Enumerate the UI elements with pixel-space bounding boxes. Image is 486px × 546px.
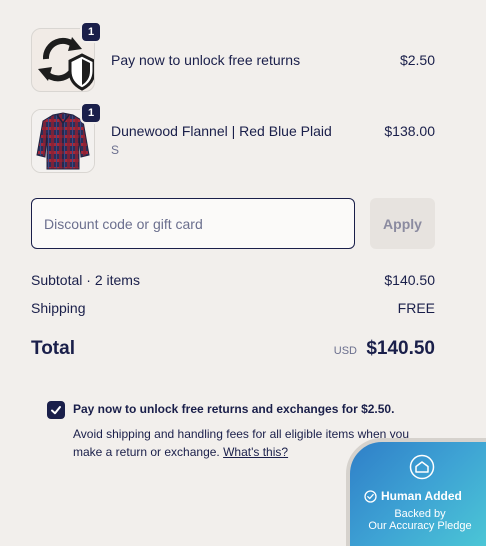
total-row: Total USD $140.50 (31, 336, 435, 364)
subtotal-label: Subtotal · 2 items (31, 272, 140, 288)
human-added-label: Human Added (381, 489, 462, 503)
shipping-row: Shipping FREE (31, 300, 435, 316)
quantity-badge: 1 (80, 102, 102, 124)
total-currency: USD (333, 345, 357, 357)
human-added-badge: Human Added Backed by Our Accuracy Pledg… (346, 438, 486, 546)
human-added-title: Human Added (364, 489, 462, 503)
subtotal-value: $140.50 (384, 272, 435, 288)
discount-row: Apply (31, 198, 435, 249)
item-variant: S (111, 143, 120, 157)
item-name: Pay now to unlock free returns (111, 52, 301, 68)
apply-discount-button[interactable]: Apply (370, 198, 435, 249)
checkmark-icon (51, 406, 61, 415)
home-badge-icon (409, 454, 435, 480)
item-price: $2.50 (399, 52, 435, 68)
item-thumbnail: 1 (31, 21, 102, 92)
returns-checkbox[interactable] (47, 401, 65, 419)
human-added-subtitle-line2: Our Accuracy Pledge (368, 520, 472, 532)
item-thumbnail: 1 (31, 102, 102, 173)
cart-item-returns: 1 Pay now to unlock free returns $2.50 (31, 21, 435, 92)
returns-option-title: Pay now to unlock free returns and excha… (73, 402, 395, 416)
quantity-badge: 1 (80, 21, 102, 43)
check-circle-icon (364, 489, 377, 503)
item-price: $138.00 (384, 123, 435, 139)
total-label: Total (31, 338, 75, 359)
total-value: $140.50 (366, 338, 435, 359)
item-name: Dunewood Flannel | Red Blue Plaid (111, 123, 332, 139)
human-added-subtitle: Backed by Our Accuracy Pledge (350, 508, 486, 532)
subtotal-row: Subtotal · 2 items $140.50 (31, 272, 435, 288)
shipping-value: FREE (397, 300, 435, 316)
shipping-label: Shipping (31, 300, 86, 316)
discount-code-input[interactable] (31, 198, 355, 249)
human-added-subtitle-line1: Backed by (394, 508, 446, 520)
whats-this-link[interactable]: What's this? (223, 445, 288, 459)
cart-item-flannel: 1 Dunewood Flannel | Red Blue Plaid S $1… (31, 102, 435, 173)
